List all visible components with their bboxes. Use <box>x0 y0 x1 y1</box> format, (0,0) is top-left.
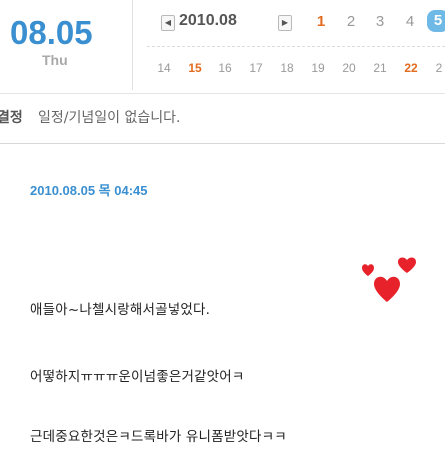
calendar-day[interactable]: 15 <box>184 61 206 75</box>
notice-text: 일정/기념일이 없습니다. <box>38 110 181 126</box>
calendar-day[interactable]: 16 <box>214 61 236 75</box>
calendar-day-today[interactable]: 5 <box>427 10 445 32</box>
calendar-day[interactable]: 18 <box>276 61 298 75</box>
calendar-day[interactable]: 2 <box>340 13 362 30</box>
calendar-day[interactable]: 14 <box>153 61 175 75</box>
post-date: 2010.08.05 목 04:45 <box>30 183 148 198</box>
calendar-day[interactable]: 19 <box>307 61 329 75</box>
header-divider <box>0 93 445 94</box>
notice-label: 결정 <box>0 110 23 126</box>
calendar-day[interactable]: 17 <box>245 61 267 75</box>
calendar-day[interactable]: 20 <box>338 61 360 75</box>
post-line: 애들아~나첼시랑해서골넣었다. <box>30 302 211 318</box>
heart-medium-icon <box>398 257 416 273</box>
heart-small-icon <box>362 264 374 276</box>
calendar-month-label: 2010.08 <box>179 12 237 29</box>
heart-large-icon <box>374 276 400 302</box>
calendar-day[interactable]: 22 <box>400 61 422 75</box>
calendar-day[interactable]: 2 <box>428 61 445 75</box>
schedule-notice: 결정 일정/기념일이 없습니다. <box>0 96 445 140</box>
mini-calendar: ◀ 2010.08 ▶ 1 2 3 4 5 14 15 16 17 18 19 … <box>133 0 445 90</box>
selected-date-block: 08.05 Thu <box>0 0 133 90</box>
calendar-day[interactable]: 21 <box>369 61 391 75</box>
selected-weekday: Thu <box>42 52 68 68</box>
next-month-icon[interactable]: ▶ <box>278 15 292 31</box>
selected-date: 08.05 <box>10 14 93 51</box>
notice-divider <box>0 143 445 144</box>
header: 08.05 Thu ◀ 2010.08 ▶ 1 2 3 4 5 14 15 16… <box>0 0 445 94</box>
post-line: 어떻하지ㅠㅠㅠ운이넘좋은거같앗어ㅋ <box>30 369 245 385</box>
calendar-day[interactable]: 4 <box>399 13 421 30</box>
calendar-day[interactable]: 1 <box>310 13 332 30</box>
calendar-divider <box>147 46 445 47</box>
post-line: 근데중요한것은ㅋ드록바가 유니폼받앗다ㅋㅋ <box>30 429 287 445</box>
calendar-day[interactable]: 3 <box>369 13 391 30</box>
prev-month-icon[interactable]: ◀ <box>161 15 175 31</box>
hearts-icon <box>362 257 416 302</box>
